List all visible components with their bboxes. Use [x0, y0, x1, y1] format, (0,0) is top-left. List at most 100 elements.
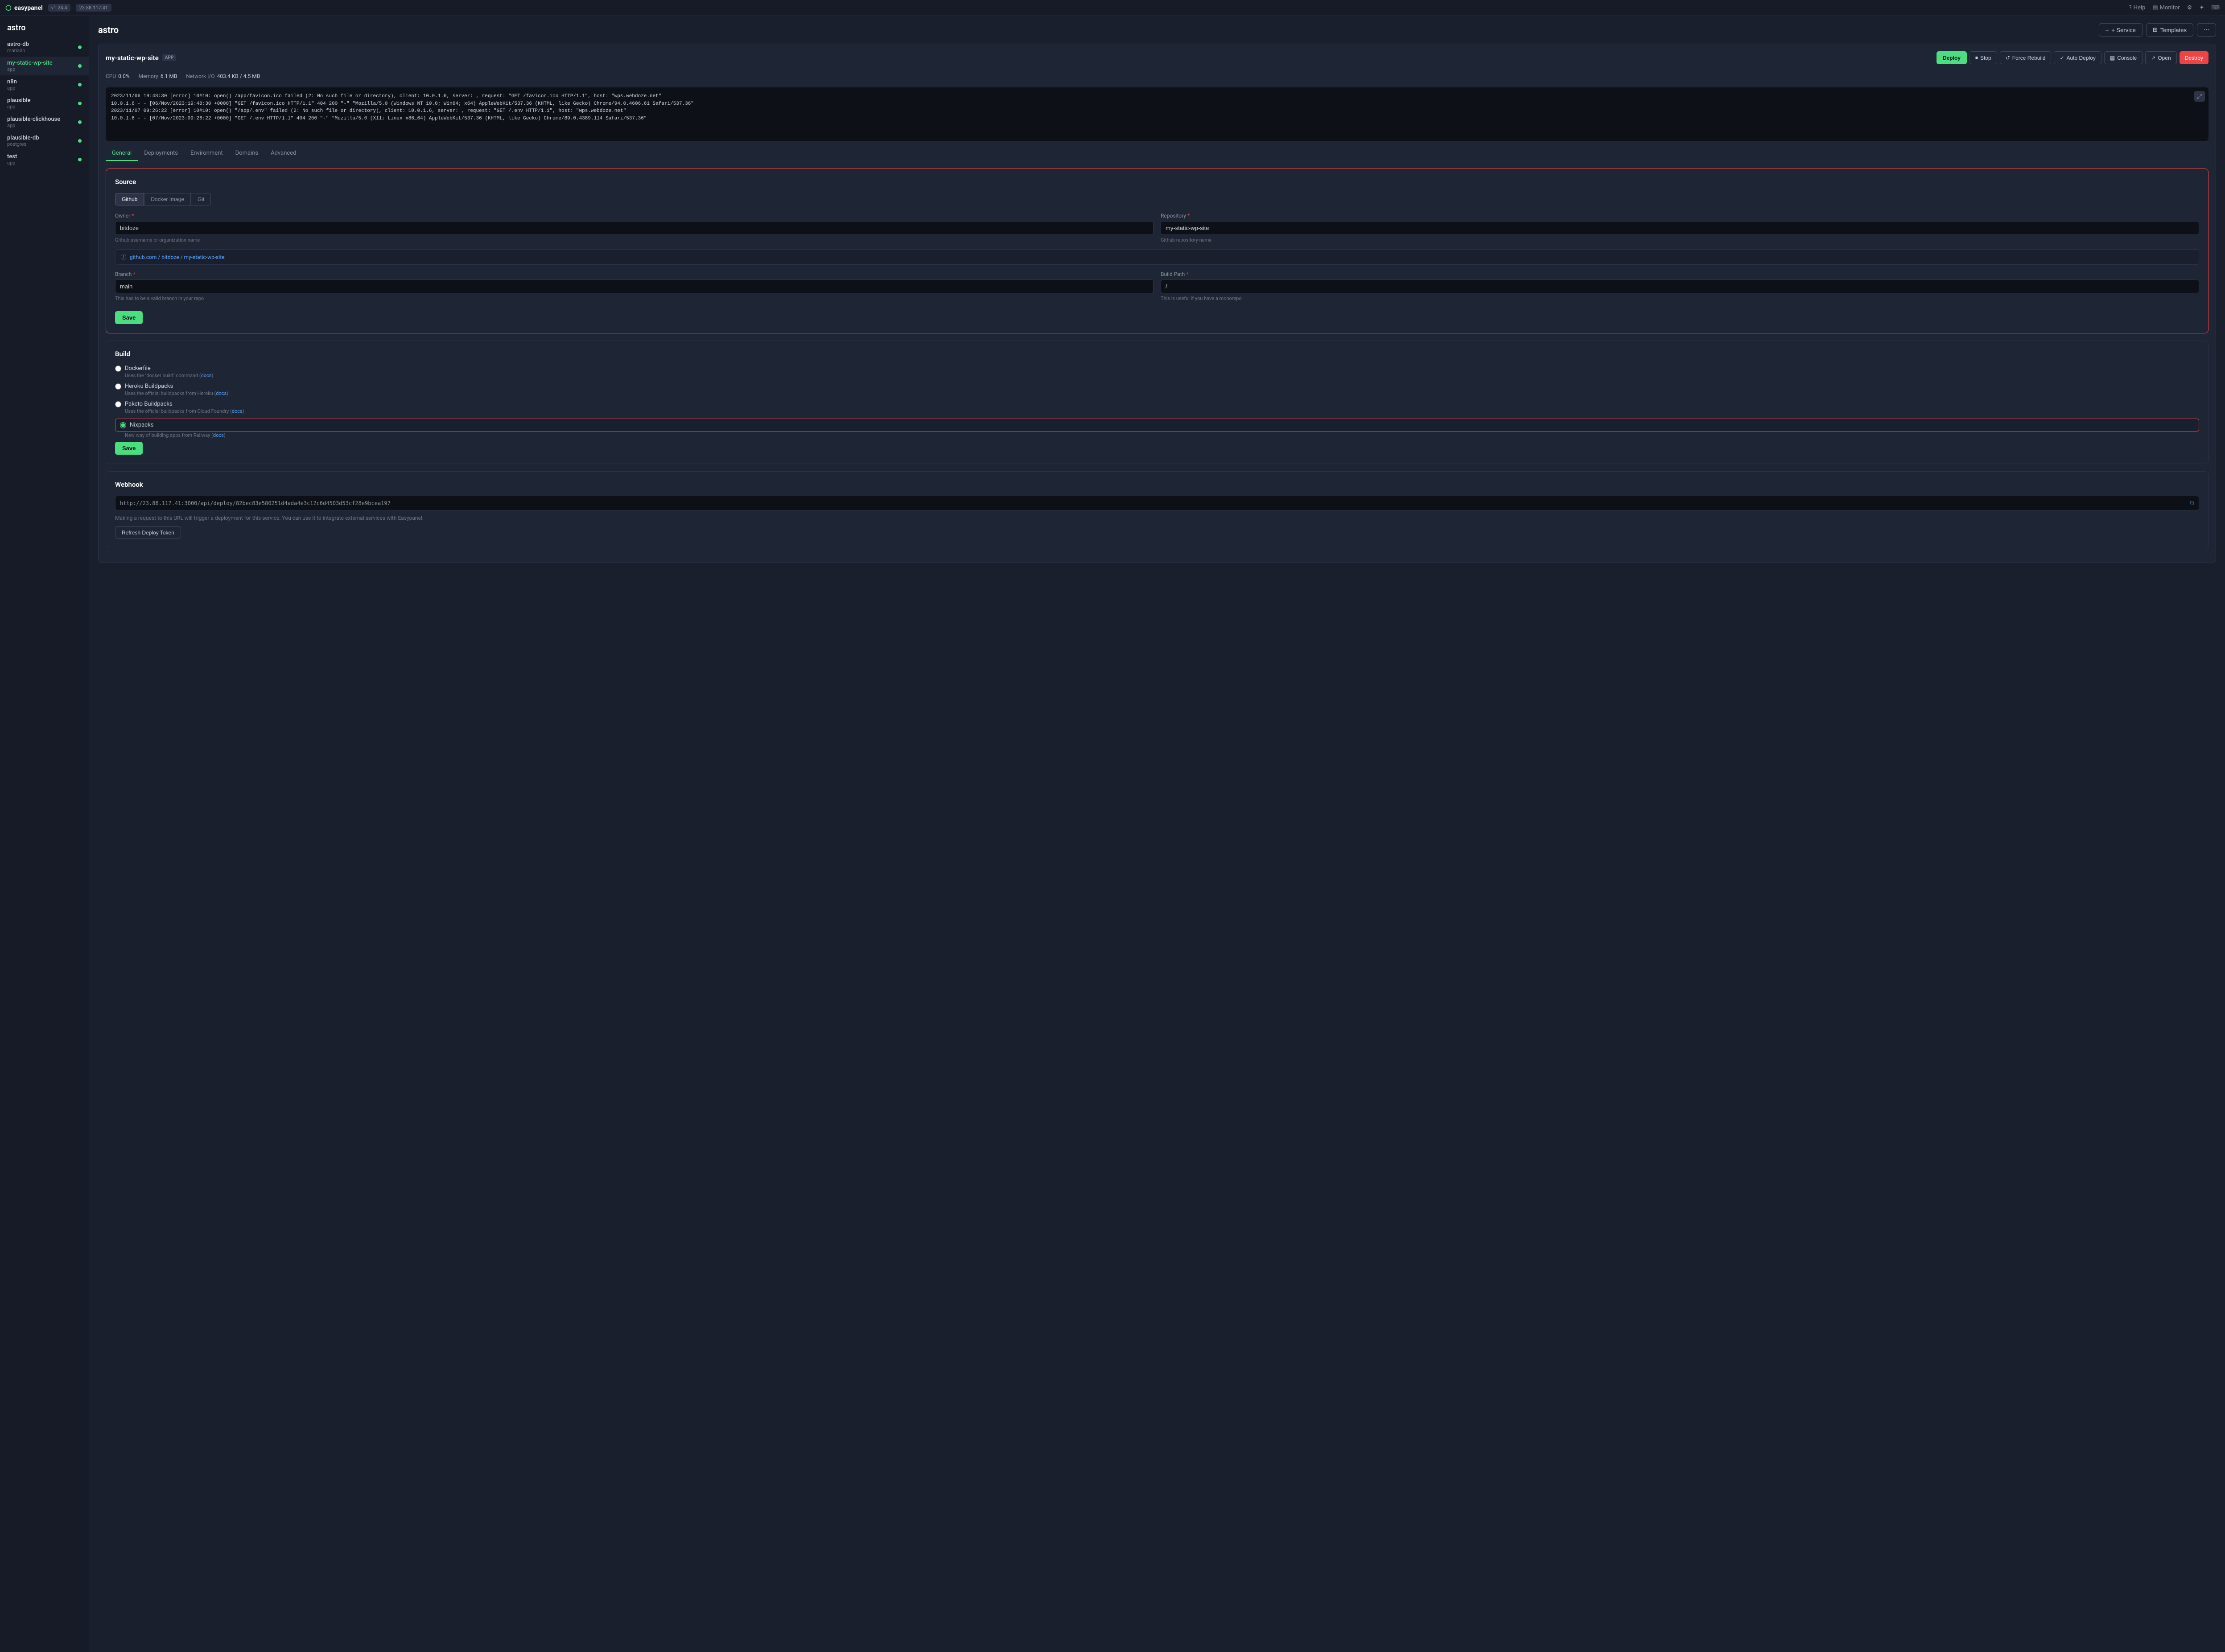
sidebar-item-plausible-db-info: plausible-db postgres [7, 135, 39, 147]
memory-label: Memory [139, 73, 158, 79]
sidebar-item-plausible-db[interactable]: plausible-db postgres [0, 132, 89, 150]
stop-icon: ⏹ [1975, 54, 1978, 61]
copy-webhook-button[interactable]: ⧉ [2190, 499, 2194, 507]
log-expand-button[interactable]: ⤢ [2194, 91, 2205, 102]
webhook-description: Making a request to this URL will trigge… [115, 515, 2199, 521]
refresh-deploy-token-button[interactable]: Refresh Deploy Token [115, 526, 181, 539]
cpu-value: 0.0% [118, 73, 129, 79]
sidebar-item-plausible-db-status [78, 139, 82, 143]
build-radio-dockerfile[interactable] [115, 366, 121, 372]
topnav: ⬡ easypanel v1.24.4 23.88.117.41 ? Help … [0, 0, 2225, 16]
service-panel: my-static-wp-site APP Deploy ⏹ Stop ↺ Fo… [98, 44, 2216, 563]
deploy-button[interactable]: Deploy [1937, 51, 1967, 64]
monitor-link[interactable]: ▤ Monitor [2152, 4, 2180, 11]
branch-path-row: Branch * This has to be a valid branch i… [115, 271, 2199, 301]
console-button[interactable]: ▤ Console [2104, 51, 2143, 64]
logo: ⬡ easypanel [5, 4, 43, 12]
build-radio-paketo[interactable] [115, 401, 121, 407]
sidebar-item-astro-db[interactable]: astro-db mariadb [0, 38, 89, 57]
service-actions: Deploy ⏹ Stop ↺ Force Rebuild ✓ Auto Dep… [1937, 51, 2209, 64]
sidebar-item-test[interactable]: test app [0, 150, 89, 169]
sidebar-item-plausible-clickhouse[interactable]: plausible-clickhouse app [0, 113, 89, 132]
service-name: my-static-wp-site [106, 54, 159, 62]
logo-text: easypanel [14, 4, 43, 12]
sidebar-item-n8n[interactable]: n8n app [0, 75, 89, 94]
memory-metric: Memory 6.1 MB [139, 73, 177, 79]
branch-input[interactable] [115, 279, 1154, 293]
sidebar-item-my-static-wp-site[interactable]: my-static-wp-site app [0, 57, 89, 75]
source-tab-github[interactable]: Github [115, 193, 144, 205]
tab-domains[interactable]: Domains [229, 146, 264, 161]
build-path-label: Build Path * [1161, 271, 2199, 277]
sidebar-item-astro-db-status [78, 45, 82, 49]
webhook-title: Webhook [115, 481, 2199, 489]
build-option-dockerfile-desc: Uses the "docker build" command (docs) [115, 373, 2199, 378]
topnav-right: ? Help ▤ Monitor ⚙ ✦ ⌨ [2129, 4, 2220, 11]
source-tab-docker[interactable]: Docker Image [144, 193, 191, 205]
sidebar-item-astro-db-name: astro-db [7, 41, 29, 48]
build-radio-heroku[interactable] [115, 383, 121, 390]
stop-button[interactable]: ⏹ Stop [1970, 51, 1997, 64]
sidebar-item-test-info: test app [7, 153, 17, 166]
service-header: my-static-wp-site APP Deploy ⏹ Stop ↺ Fo… [106, 51, 2209, 64]
open-button[interactable]: ↗ Open [2145, 51, 2176, 64]
sidebar-item-my-static-wp-site-status [78, 64, 82, 68]
logo-icon: ⬡ [5, 4, 12, 12]
build-path-input[interactable] [1161, 279, 2199, 293]
source-tab-git[interactable]: Git [191, 193, 211, 205]
github-link[interactable]: github.com / bitdoze / my-static-wp-site [130, 254, 225, 260]
build-option-paketo-header: Paketo Buildpacks [115, 401, 2199, 407]
build-path-group: Build Path * This is useful if you have … [1161, 271, 2199, 301]
nixpacks-docs-link[interactable]: docs [213, 432, 224, 438]
build-option-heroku-name: Heroku Buildpacks [125, 383, 173, 390]
tab-general[interactable]: General [106, 146, 138, 161]
sidebar-item-test-name: test [7, 153, 17, 160]
theme-icon[interactable]: ✦ [2199, 4, 2204, 11]
owner-input[interactable] [115, 221, 1154, 235]
build-option-nixpacks-header: Nixpacks [115, 419, 2199, 431]
open-icon: ↗ [2151, 55, 2155, 61]
tab-environment[interactable]: Environment [184, 146, 229, 161]
project-title: astro [0, 23, 89, 38]
sidebar-item-astro-db-info: astro-db mariadb [7, 41, 29, 53]
version-badge: v1.24.4 [48, 4, 70, 12]
sidebar-item-test-type: app [7, 160, 17, 166]
source-save-button[interactable]: Save [115, 311, 143, 324]
paketo-docs-link[interactable]: docs [232, 408, 243, 414]
open-label: Open [2158, 55, 2171, 61]
repository-input[interactable] [1161, 221, 2199, 235]
help-link[interactable]: ? Help [2129, 4, 2146, 11]
sidebar-item-plausible-clickhouse-status [78, 120, 82, 124]
add-service-button[interactable]: + + Service [2099, 23, 2143, 37]
force-rebuild-button[interactable]: ↺ Force Rebuild [2000, 51, 2052, 64]
tab-deployments[interactable]: Deployments [138, 146, 184, 161]
settings-icon[interactable]: ⚙ [2187, 4, 2192, 11]
sidebar-item-plausible-status [78, 102, 82, 105]
more-options-button[interactable]: ⋯ [2197, 23, 2216, 37]
sidebar-item-plausible-db-type: postgres [7, 141, 39, 147]
build-section: Build Dockerfile Uses the "docker build"… [106, 341, 2209, 464]
cpu-metric: CPU 0.0% [106, 73, 130, 79]
auto-deploy-button[interactable]: ✓ Auto Deploy [2054, 51, 2101, 64]
owner-label: Owner * [115, 213, 1154, 219]
build-option-paketo-desc: Uses the official buildpacks from Cloud … [115, 408, 2199, 414]
main-content: astro + + Service ⊞ Templates ⋯ my-stati [89, 16, 2225, 1652]
dockerfile-docs-link[interactable]: docs [201, 373, 212, 378]
log-terminal: ⤢ 2023/11/06 19:48:30 [error] 10#10: ope… [106, 87, 2209, 141]
sidebar-item-plausible[interactable]: plausible app [0, 94, 89, 113]
sidebar-item-n8n-info: n8n app [7, 78, 17, 91]
templates-button[interactable]: ⊞ Templates [2146, 23, 2193, 37]
monitor-icon: ▤ [2152, 4, 2158, 11]
source-section: Source Github Docker Image Git Owner * G… [106, 168, 2209, 333]
build-option-dockerfile-name: Dockerfile [125, 365, 151, 372]
build-save-button[interactable]: Save [115, 442, 143, 455]
console-label: Console [2117, 55, 2137, 61]
terminal-icon[interactable]: ⌨ [2211, 4, 2220, 11]
heroku-docs-link[interactable]: docs [216, 390, 227, 396]
build-radio-nixpacks[interactable] [120, 422, 126, 428]
build-option-dockerfile-header: Dockerfile [115, 365, 2199, 372]
tab-advanced[interactable]: Advanced [264, 146, 302, 161]
destroy-button[interactable]: Destroy [2180, 51, 2209, 64]
network-value: 403.4 KB / 4.5 MB [217, 73, 260, 79]
sidebar-item-my-static-wp-site-type: app [7, 66, 53, 72]
